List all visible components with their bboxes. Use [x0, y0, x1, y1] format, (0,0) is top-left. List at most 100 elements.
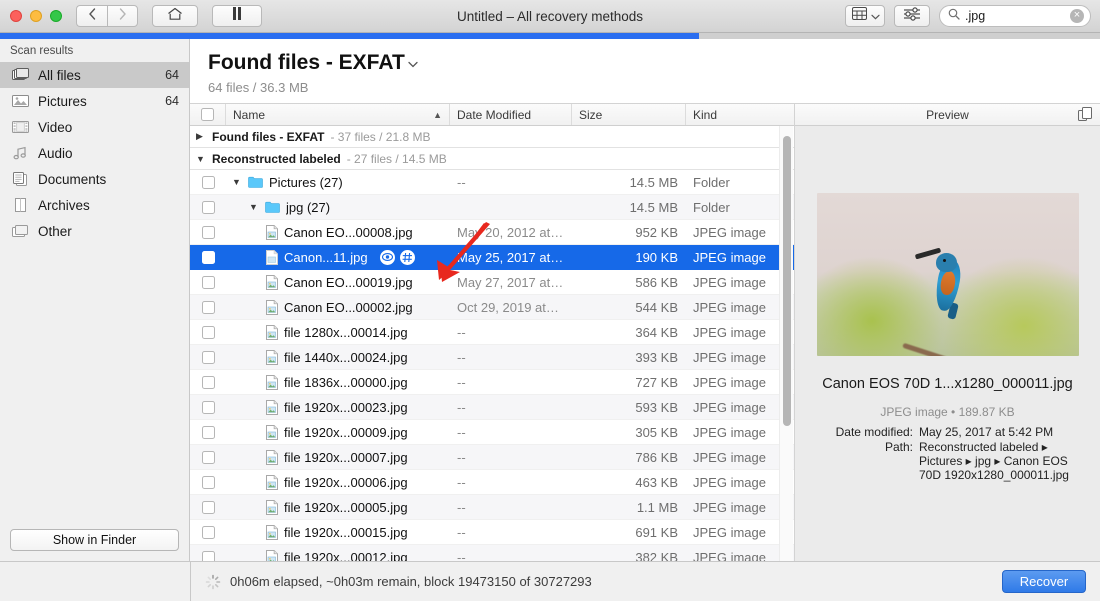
row-checkbox[interactable] [201, 350, 215, 364]
row-checkbox-cell[interactable] [190, 350, 226, 364]
row-checkbox-cell[interactable] [190, 375, 226, 389]
table-row[interactable]: Canon EO...00002.jpg Oct 29, 2019 at… 544 … [190, 295, 794, 320]
close-button[interactable] [10, 10, 22, 22]
row-checkbox[interactable] [201, 175, 215, 189]
table-row[interactable]: file 1920x...00015.jpg -- 691 KB JPEG image [190, 520, 794, 545]
table-row[interactable]: Canon EO...00019.jpg May 27, 2017 at… 586 … [190, 270, 794, 295]
duplicate-icon[interactable] [1078, 107, 1092, 125]
pause-button[interactable] [212, 5, 262, 27]
page-title[interactable]: Found files - EXFAT [208, 51, 418, 75]
sidebar-item-archives[interactable]: Archives [0, 192, 189, 218]
sidebar-item-label: Other [38, 223, 72, 239]
row-checkbox[interactable] [201, 550, 215, 561]
table-row[interactable]: file 1920x...00006.jpg -- 463 KB JPEG image [190, 470, 794, 495]
sliders-icon [903, 6, 921, 26]
row-checkbox[interactable] [201, 475, 215, 489]
row-name-cell: Canon EO...00002.jpg [226, 299, 450, 315]
home-button[interactable] [152, 5, 198, 27]
row-checkbox-cell[interactable] [190, 525, 226, 539]
sidebar-item-all-files[interactable]: All files 64 [0, 62, 189, 88]
disclosure-triangle-closed-icon[interactable]: ▶ [196, 131, 206, 142]
row-checkbox-cell[interactable] [190, 300, 226, 314]
folder-icon [265, 201, 280, 213]
disclosure-triangle-open-icon[interactable]: ▼ [232, 177, 242, 187]
row-checkbox[interactable] [201, 425, 215, 439]
preview-bg-foliage-left [816, 256, 947, 356]
row-checkbox-cell[interactable] [190, 325, 226, 339]
row-checkbox[interactable] [201, 325, 215, 339]
row-checkbox-cell[interactable] [190, 275, 226, 289]
sidebar-item-audio[interactable]: Audio [0, 140, 189, 166]
row-checkbox[interactable] [201, 400, 215, 414]
maximize-button[interactable] [50, 10, 62, 22]
table-group-header[interactable]: ▼ Reconstructed labeled - 27 files / 14.5 … [190, 148, 794, 170]
scrollbar-thumb[interactable] [783, 136, 791, 426]
minimize-button[interactable] [30, 10, 42, 22]
sidebar-item-other[interactable]: Other [0, 218, 189, 244]
row-checkbox-cell[interactable] [190, 400, 226, 414]
show-in-finder-button[interactable]: Show in Finder [10, 529, 179, 551]
disclosure-triangle-open-icon[interactable]: ▼ [196, 154, 206, 164]
row-checkbox-cell[interactable] [190, 425, 226, 439]
row-checkbox-cell[interactable] [190, 225, 226, 239]
row-checkbox-cell[interactable] [190, 475, 226, 489]
table-row[interactable]: file 1920x...00005.jpg -- 1.1 MB JPEG image [190, 495, 794, 520]
table-group-header[interactable]: ▶ Found files - EXFAT - 37 files / 21.8 MB [190, 126, 794, 148]
row-checkbox[interactable] [201, 450, 215, 464]
table-row[interactable]: file 1440x...00024.jpg -- 393 KB JPEG image [190, 345, 794, 370]
table-row[interactable]: ▼ jpg (27) 14.5 MB Folder [190, 195, 794, 220]
row-checkbox-cell[interactable] [190, 250, 226, 264]
vertical-scrollbar[interactable] [779, 126, 793, 561]
table-row[interactable]: file 1920x...00023.jpg -- 593 KB JPEG image [190, 395, 794, 420]
jpeg-file-icon [266, 224, 278, 240]
scan-progress-bar [0, 33, 1100, 39]
sidebar-item-documents[interactable]: Documents [0, 166, 189, 192]
quick-look-eye-icon[interactable] [379, 249, 395, 265]
preview-metadata-key: Date modified: [835, 425, 913, 439]
column-header-kind[interactable]: Kind [686, 104, 794, 125]
table-row[interactable]: Canon EO...00008.jpg May 20, 2012 at… 952 … [190, 220, 794, 245]
info-hash-icon[interactable] [399, 249, 415, 265]
table-row[interactable]: ▼ Pictures (27) -- 14.5 MB Folder [190, 170, 794, 195]
row-checkbox-cell[interactable] [190, 200, 226, 214]
table-row[interactable]: Canon...11.jpg May 25, 2017 at… 190 KB JPEG… [190, 245, 794, 270]
loading-spinner-icon [205, 574, 221, 590]
column-header-date[interactable]: Date Modified [450, 104, 572, 125]
row-checkbox-cell[interactable] [190, 550, 226, 561]
table-row[interactable]: file 1920x...00009.jpg -- 305 KB JPEG image [190, 420, 794, 445]
filter-button[interactable] [894, 5, 930, 27]
back-button[interactable] [76, 5, 107, 27]
video-icon [12, 120, 29, 135]
table-row[interactable]: file 1920x...00007.jpg -- 786 KB JPEG image [190, 445, 794, 470]
table-row[interactable]: file 1836x...00000.jpg -- 727 KB JPEG image [190, 370, 794, 395]
clear-search-icon[interactable]: × [1070, 9, 1084, 23]
row-checkbox[interactable] [201, 275, 215, 289]
table-row[interactable]: file 1920x...00012.jpg -- 382 KB JPEG image [190, 545, 794, 561]
row-checkbox[interactable] [201, 500, 215, 514]
jpeg-file-icon [266, 424, 278, 440]
select-all-checkbox[interactable] [201, 108, 214, 121]
row-checkbox[interactable] [201, 225, 215, 239]
search-field[interactable]: .jpg × [939, 5, 1091, 27]
select-all-header[interactable] [190, 104, 226, 125]
chevron-down-icon[interactable] [408, 56, 418, 71]
sidebar-item-pictures[interactable]: Pictures 64 [0, 88, 189, 114]
preview-image[interactable] [816, 193, 1079, 356]
column-header-name[interactable]: Name ▲ [226, 104, 450, 125]
view-mode-control[interactable] [845, 5, 885, 27]
search-input[interactable]: .jpg [965, 9, 1065, 23]
forward-button[interactable] [107, 5, 138, 27]
recover-button[interactable]: Recover [1002, 570, 1086, 593]
row-checkbox[interactable] [201, 300, 215, 314]
row-checkbox[interactable] [201, 250, 215, 264]
row-checkbox-cell[interactable] [190, 175, 226, 189]
disclosure-triangle-open-icon[interactable]: ▼ [249, 202, 259, 212]
row-checkbox[interactable] [201, 375, 215, 389]
row-checkbox[interactable] [201, 525, 215, 539]
row-checkbox-cell[interactable] [190, 450, 226, 464]
table-row[interactable]: file 1280x...00014.jpg -- 364 KB JPEG image [190, 320, 794, 345]
row-checkbox[interactable] [201, 200, 215, 214]
column-header-size[interactable]: Size [572, 104, 686, 125]
sidebar-item-video[interactable]: Video [0, 114, 189, 140]
row-checkbox-cell[interactable] [190, 500, 226, 514]
